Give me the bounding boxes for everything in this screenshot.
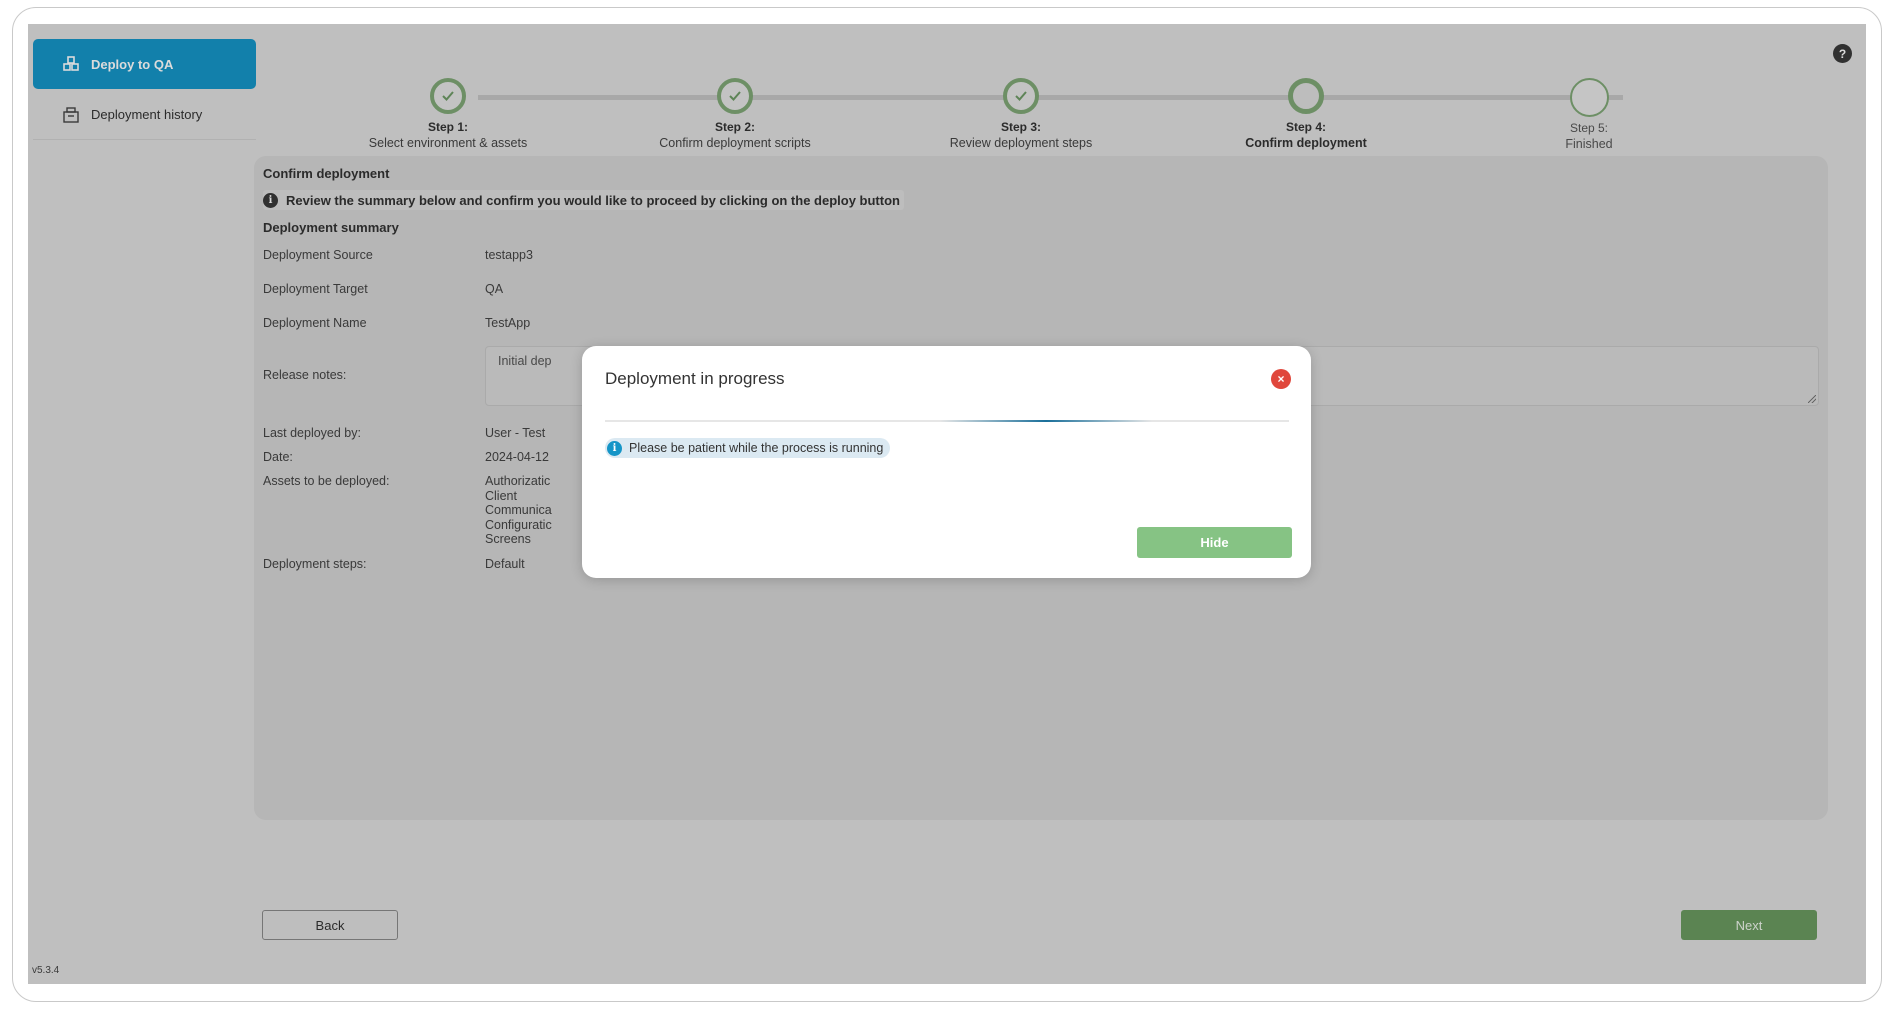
progress-info-text: Please be patient while the process is r… [629,441,884,455]
close-icon[interactable]: × [1271,369,1291,389]
progress-bar [940,420,1153,422]
deployment-progress-dialog: Deployment in progress × i Please be pat… [582,346,1311,578]
progress-track [605,420,1289,422]
hide-button[interactable]: Hide [1137,527,1292,558]
progress-info-message: i Please be patient while the process is… [605,438,891,458]
info-icon: i [607,440,622,456]
dialog-title: Deployment in progress [605,369,785,388]
